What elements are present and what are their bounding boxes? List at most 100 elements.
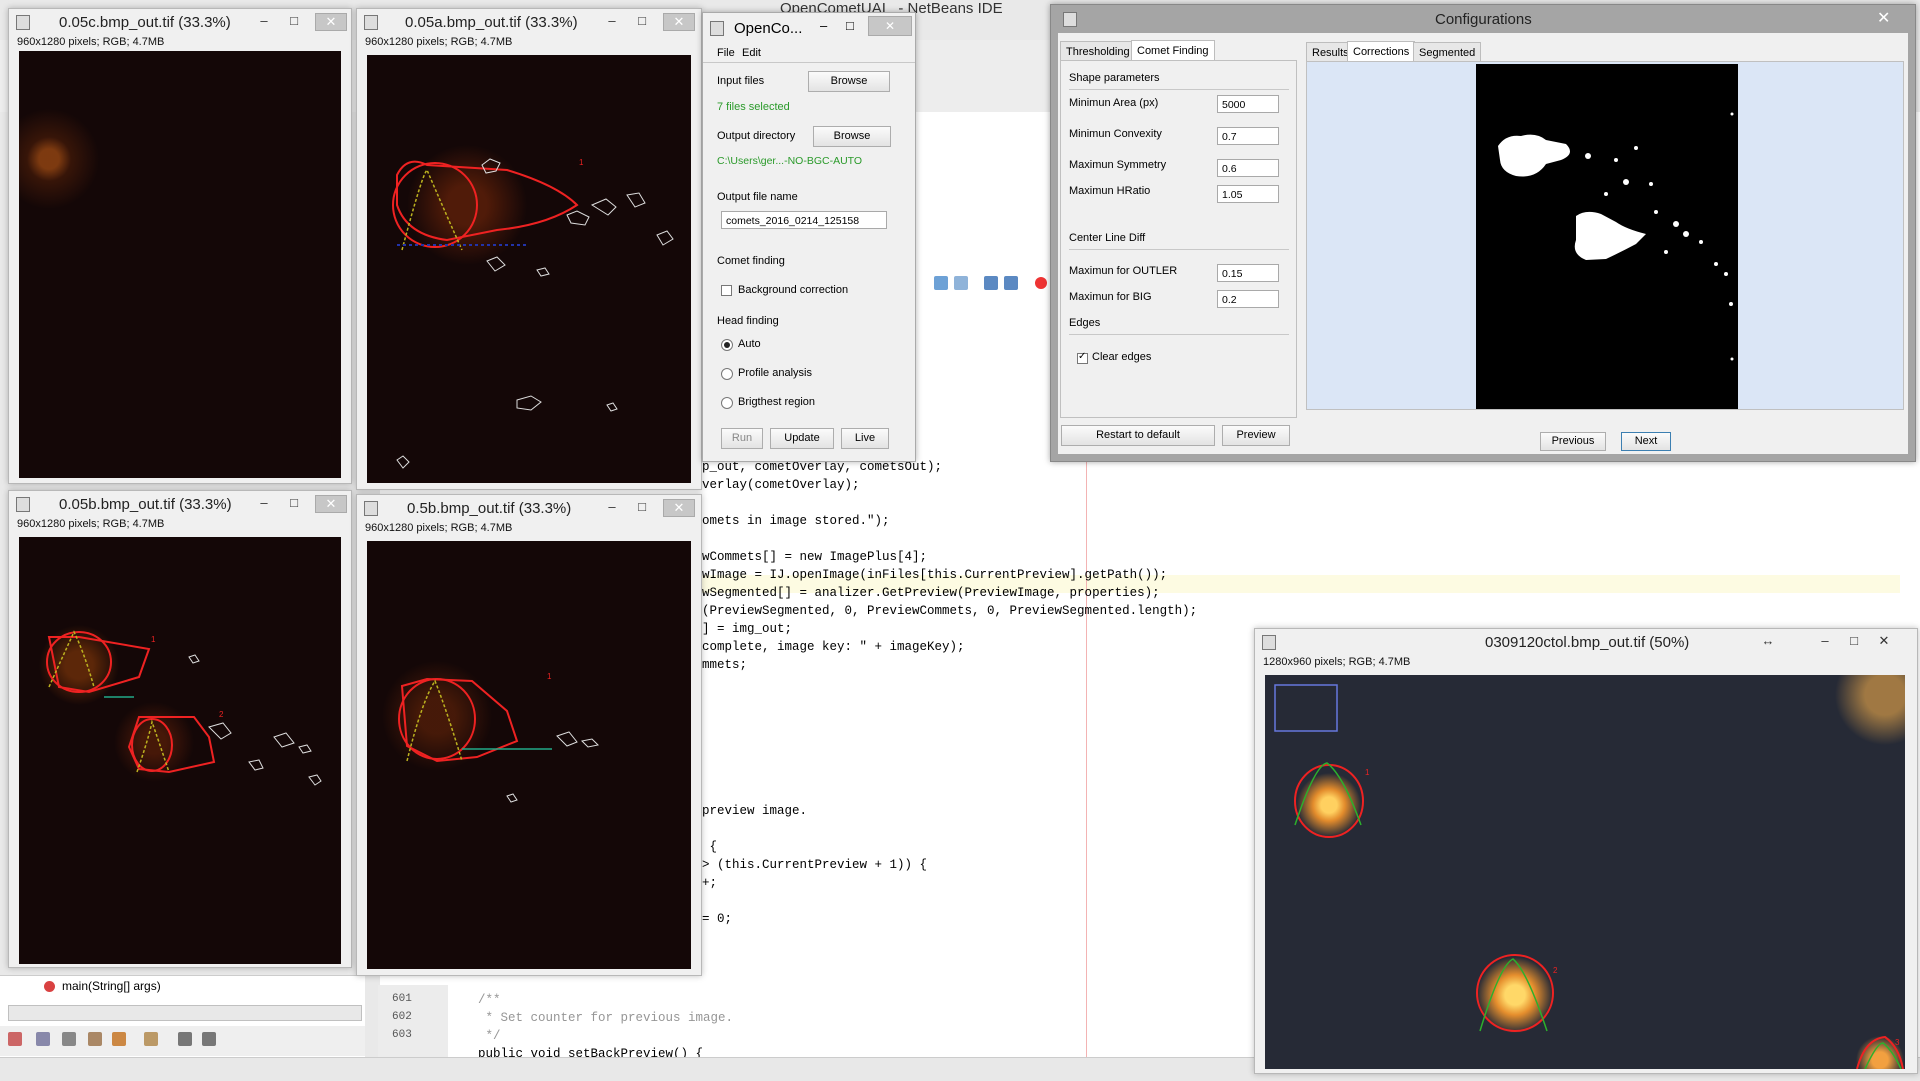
- config-preview-button[interactable]: Preview: [1222, 425, 1290, 446]
- previous-button[interactable]: Previous: [1540, 432, 1606, 451]
- comet-label-1: 1: [1365, 768, 1370, 777]
- comet-image[interactable]: 1 2 3: [1265, 675, 1905, 1070]
- maximize-button[interactable]: □: [627, 13, 657, 28]
- minimize-button[interactable]: –: [249, 13, 279, 28]
- code-comment-1: /**: [478, 993, 501, 1007]
- maximize-button[interactable]: □: [846, 18, 854, 33]
- segmented-image[interactable]: [1476, 64, 1738, 409]
- line-number-603: 603: [392, 1029, 412, 1041]
- image-window-0.05a[interactable]: 0.05a.bmp_out.tif (33.3%) – □ ✕ 960x1280…: [356, 8, 702, 490]
- java-icon: [710, 21, 724, 36]
- maximize-button[interactable]: □: [1839, 633, 1869, 648]
- comet-overlay: 1: [398, 672, 600, 803]
- minimize-button[interactable]: –: [1810, 633, 1840, 648]
- menu-file[interactable]: File: [717, 47, 735, 59]
- resize-icon[interactable]: ↔: [1753, 633, 1783, 648]
- comet-finding-panel: Shape parameters Minimun Area (px) 5000 …: [1060, 60, 1297, 418]
- clear-edges-label: Clear edges: [1092, 351, 1152, 363]
- window-title: OpenCo...: [734, 20, 803, 37]
- max-hratio-input[interactable]: 1.05: [1217, 185, 1279, 203]
- max-symmetry-input[interactable]: 0.6: [1217, 159, 1279, 177]
- window-titlebar[interactable]: 0.05b.bmp_out.tif (33.3%) – □ ✕: [9, 491, 351, 517]
- close-button[interactable]: ✕: [1869, 633, 1899, 649]
- corrections-preview-panel: [1306, 61, 1904, 410]
- min-convexity-label: Minimun Convexity: [1069, 128, 1162, 140]
- comet-overlay: 1 2: [46, 630, 322, 786]
- head-finding-label: Head finding: [717, 315, 779, 327]
- run-button[interactable]: Run: [721, 428, 763, 449]
- image-window-0.05c[interactable]: 0.05c.bmp_out.tif (33.3%) – □ ✕ 960x1280…: [8, 8, 352, 484]
- code-line: mmets;: [702, 658, 748, 672]
- comet-overlay: 1 2 3: [1274, 684, 1904, 1070]
- min-area-label: Minimun Area (px): [1069, 97, 1159, 109]
- close-button[interactable]: ✕: [868, 16, 912, 36]
- tab-corrections[interactable]: Corrections: [1347, 41, 1416, 61]
- max-symmetry-label: Maximun Symmetry: [1069, 159, 1167, 171]
- minimize-button[interactable]: –: [820, 18, 827, 33]
- image-window-0.5b[interactable]: 0.5b.bmp_out.tif (33.3%) – □ ✕ 960x1280 …: [356, 494, 702, 976]
- close-button[interactable]: ✕: [315, 495, 347, 513]
- navigator-scrollbar[interactable]: [8, 1005, 362, 1021]
- auto-radio[interactable]: [721, 339, 733, 351]
- background-correction-checkbox[interactable]: [721, 285, 732, 296]
- min-convexity-input[interactable]: 0.7: [1217, 127, 1279, 145]
- code-comment-2: * Set counter for previous image.: [478, 1011, 734, 1025]
- comet-image[interactable]: 1: [367, 55, 691, 483]
- opencomet-window[interactable]: OpenCo... – □ ✕ File Edit Input files Br…: [702, 12, 916, 462]
- browse-input-button[interactable]: Browse: [808, 71, 890, 92]
- comet-image[interactable]: 1: [367, 541, 691, 969]
- maximize-button[interactable]: □: [627, 499, 657, 514]
- image-info: 960x1280 pixels; RGB; 4.7MB: [17, 518, 165, 530]
- next-button[interactable]: Next: [1621, 432, 1671, 451]
- close-button[interactable]: ✕: [663, 13, 695, 31]
- max-big-label: Maximun for BIG: [1069, 291, 1152, 303]
- tab-segmented[interactable]: Segmented: [1413, 42, 1482, 62]
- toolbar-icon-3: [984, 276, 998, 290]
- code-line: {: [702, 840, 718, 854]
- max-big-input[interactable]: 0.2: [1217, 290, 1279, 308]
- code-line: complete, image key: " + imageKey);: [702, 640, 965, 654]
- window-titlebar[interactable]: 0.5b.bmp_out.tif (33.3%) – □ ✕: [357, 495, 701, 521]
- image-window-0309120ctol[interactable]: 0309120ctol.bmp_out.tif (50%) ↔ – □ ✕ 12…: [1254, 628, 1918, 1074]
- profile-analysis-label: Profile analysis: [738, 367, 812, 379]
- close-button[interactable]: ✕: [315, 13, 347, 31]
- min-area-input[interactable]: 5000: [1217, 95, 1279, 113]
- tab-comet-finding[interactable]: Comet Finding: [1131, 40, 1215, 61]
- code-line: preview image.: [702, 804, 808, 818]
- menu-edit[interactable]: Edit: [742, 47, 761, 59]
- imagej-icon: [1262, 635, 1276, 650]
- close-button[interactable]: ✕: [1877, 8, 1890, 28]
- update-button[interactable]: Update: [770, 428, 834, 449]
- window-titlebar[interactable]: 0.05a.bmp_out.tif (33.3%) – □ ✕: [357, 9, 701, 35]
- comet-image[interactable]: [19, 51, 341, 478]
- output-file-name-input[interactable]: comets_2016_0214_125158: [721, 211, 887, 229]
- minimize-button[interactable]: –: [597, 499, 627, 514]
- clear-edges-checkbox[interactable]: ✓: [1077, 351, 1088, 364]
- auto-label: Auto: [738, 338, 761, 350]
- comet-image[interactable]: 1 2: [19, 537, 341, 964]
- navigator-item-main[interactable]: main(String[] args): [62, 979, 161, 993]
- browse-output-button[interactable]: Browse: [813, 126, 891, 147]
- window-titlebar[interactable]: 0.05c.bmp_out.tif (33.3%) – □ ✕: [9, 9, 351, 35]
- profile-analysis-radio[interactable]: [721, 368, 733, 380]
- configurations-window[interactable]: Configurations ✕ Thresholding Comet Find…: [1050, 4, 1916, 462]
- window-titlebar[interactable]: 0309120ctol.bmp_out.tif (50%) ↔ – □ ✕: [1255, 629, 1917, 655]
- maximize-button[interactable]: □: [279, 13, 309, 28]
- max-outler-input[interactable]: 0.15: [1217, 264, 1279, 282]
- output-path-text: C:\Users\ger...-NO-BGC-AUTO: [717, 155, 863, 167]
- brightest-region-radio[interactable]: [721, 397, 733, 409]
- window-title: 0.5b.bmp_out.tif (33.3%): [407, 500, 572, 517]
- tab-thresholding[interactable]: Thresholding: [1060, 41, 1136, 61]
- edges-label: Edges: [1069, 317, 1101, 329]
- image-window-0.05b[interactable]: 0.05b.bmp_out.tif (33.3%) – □ ✕ 960x1280…: [8, 490, 352, 968]
- live-button[interactable]: Live: [841, 428, 889, 449]
- code-line: wCommets[] = new ImagePlus[4];: [702, 550, 928, 564]
- close-button[interactable]: ✕: [663, 499, 695, 517]
- code-line: omets in image stored.");: [702, 514, 890, 528]
- maximize-button[interactable]: □: [279, 495, 309, 510]
- java-icon: [1063, 12, 1077, 27]
- minimize-button[interactable]: –: [249, 495, 279, 510]
- comet-label-1: 1: [151, 635, 156, 644]
- restart-default-button[interactable]: Restart to default: [1061, 425, 1215, 446]
- minimize-button[interactable]: –: [597, 13, 627, 28]
